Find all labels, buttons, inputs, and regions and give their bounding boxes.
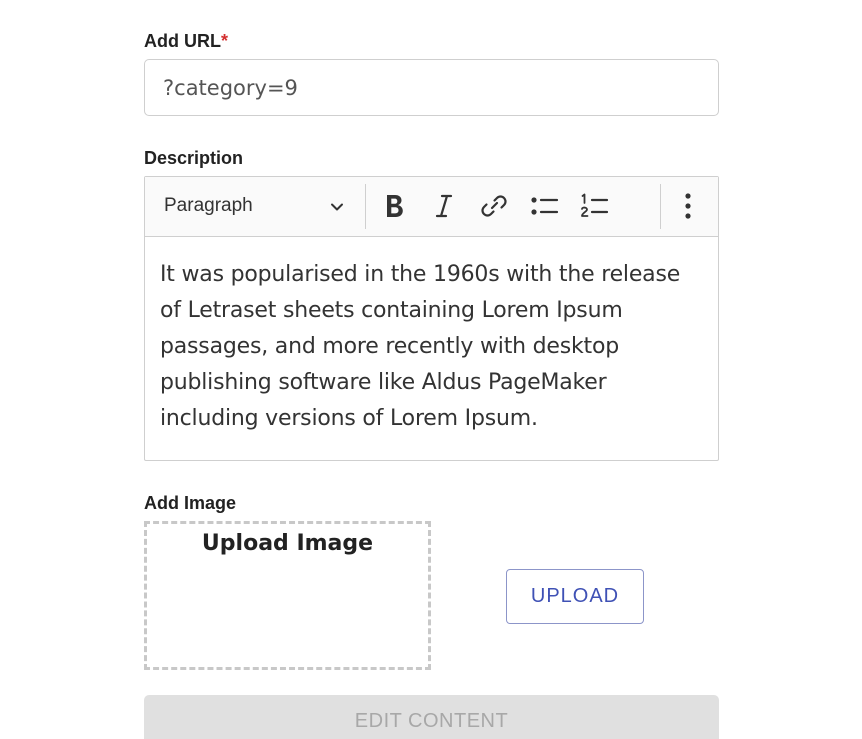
more-vertical-icon — [685, 193, 691, 219]
editor-content[interactable]: It was popularised in the 1960s with the… — [160, 257, 705, 437]
description-label: Description — [144, 148, 244, 168]
required-asterisk: * — [220, 31, 228, 51]
rich-text-editor: Paragraph It was popularised in the 1960… — [144, 176, 719, 461]
bulleted-list-button[interactable] — [526, 187, 564, 225]
link-button[interactable] — [475, 187, 513, 225]
image-label: Add Image — [144, 493, 237, 513]
chevron-down-icon — [331, 203, 343, 211]
dropzone-title: Upload Image — [201, 531, 374, 556]
image-dropzone[interactable]: Upload Image — [144, 521, 431, 670]
link-icon — [481, 195, 507, 217]
italic-icon — [435, 194, 453, 218]
numbered-list-icon — [581, 193, 609, 217]
toolbar-divider — [365, 184, 366, 229]
bold-button[interactable] — [375, 187, 413, 225]
bold-icon — [387, 195, 403, 217]
upload-button[interactable]: UPLOAD — [506, 569, 644, 624]
toolbar-divider — [660, 184, 661, 229]
block-format-value: Paragraph — [164, 195, 253, 216]
more-options-button[interactable] — [669, 187, 707, 225]
numbered-list-button[interactable] — [576, 187, 614, 225]
url-input[interactable] — [144, 59, 719, 116]
bulleted-list-icon — [531, 197, 559, 215]
edit-content-button[interactable]: EDIT CONTENT — [144, 695, 719, 739]
edit-content-form: Add URL* Description Paragraph — [0, 0, 862, 739]
url-label: Add URL* — [144, 31, 228, 52]
url-label-text: Add URL — [144, 31, 221, 51]
editor-toolbar: Paragraph — [145, 177, 718, 237]
italic-button[interactable] — [425, 187, 463, 225]
block-format-dropdown[interactable]: Paragraph — [145, 177, 365, 236]
